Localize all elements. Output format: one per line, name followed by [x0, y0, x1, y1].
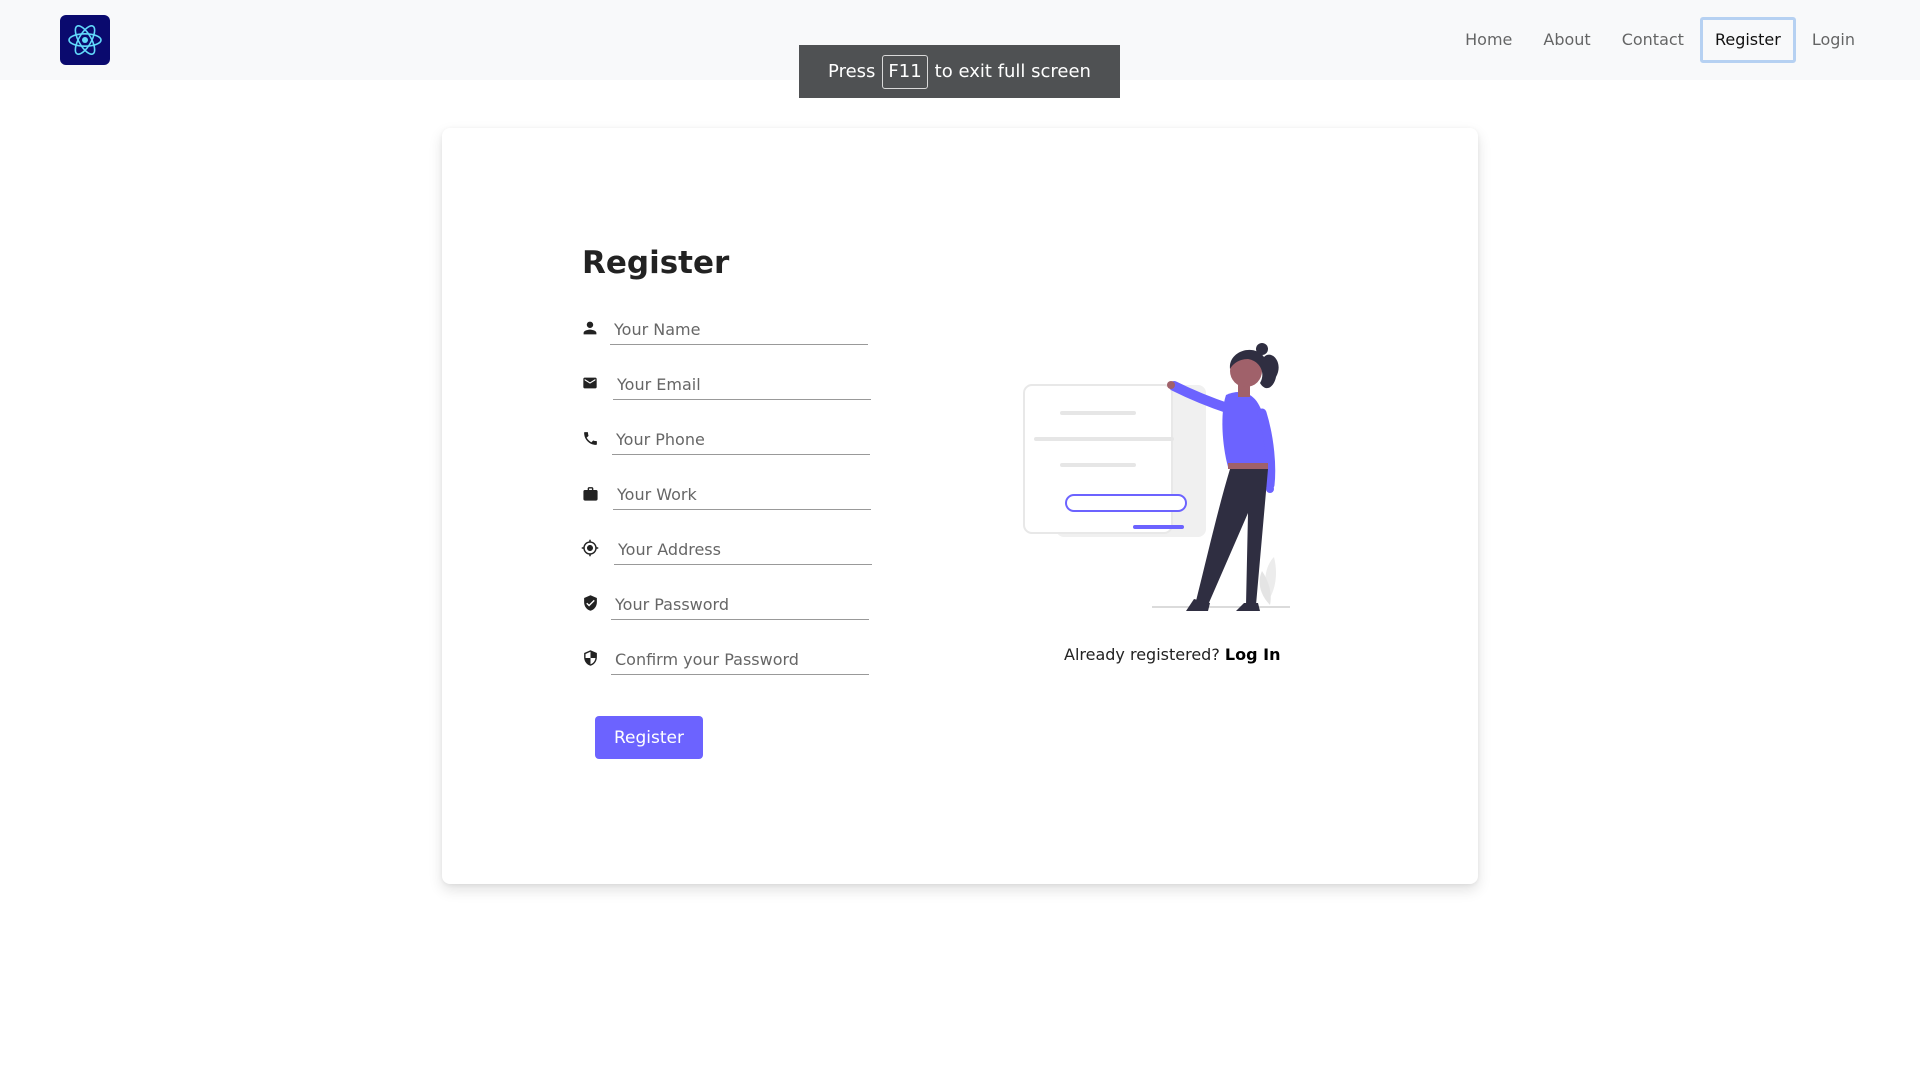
nav-login-link[interactable]: Login: [1797, 17, 1870, 63]
phone-input[interactable]: [612, 425, 870, 455]
fullscreen-notice-prefix: Press: [828, 61, 876, 82]
signin-prompt: Already registered? Log In: [1064, 645, 1280, 664]
address-field-row: [580, 530, 880, 570]
register-submit-button[interactable]: Register: [595, 716, 703, 759]
confirm-password-field-row: [580, 640, 880, 680]
brand-logo[interactable]: [60, 15, 110, 65]
work-field-row: [580, 475, 880, 515]
login-link[interactable]: Log In: [1225, 645, 1281, 664]
shield-check-icon: [580, 593, 600, 613]
nav-links: Home About Contact Register Login: [1449, 17, 1870, 63]
password-input[interactable]: [611, 590, 869, 620]
signup-illustration: [1023, 343, 1290, 611]
name-input[interactable]: [610, 315, 868, 345]
phone-icon: [580, 428, 600, 448]
fullscreen-notice: Press F11 to exit full screen: [799, 45, 1120, 98]
confirm-password-input[interactable]: [611, 645, 869, 675]
react-atom-icon: [68, 25, 102, 55]
address-input[interactable]: [614, 535, 872, 565]
fullscreen-notice-suffix: to exit full screen: [934, 61, 1091, 82]
nav-contact-link[interactable]: Contact: [1607, 17, 1699, 63]
password-field-row: [580, 585, 880, 625]
briefcase-icon: [580, 483, 600, 503]
location-icon: [580, 538, 600, 558]
shield-half-icon: [580, 648, 600, 668]
fullscreen-key: F11: [882, 54, 928, 89]
nav-about-link[interactable]: About: [1528, 17, 1605, 63]
work-input[interactable]: [613, 480, 871, 510]
register-title: Register: [582, 245, 730, 281]
nav-register-link[interactable]: Register: [1699, 17, 1796, 63]
mail-icon: [580, 373, 600, 393]
phone-field-row: [580, 420, 880, 460]
email-input[interactable]: [613, 370, 871, 400]
register-card: Register Your Name Your Email Your Phone…: [442, 128, 1478, 884]
nav-home-link[interactable]: Home: [1450, 17, 1527, 63]
email-field-row: [580, 365, 880, 405]
signin-prompt-text: Already registered?: [1064, 645, 1220, 664]
name-field-row: [580, 310, 880, 350]
person-icon: [580, 318, 600, 338]
